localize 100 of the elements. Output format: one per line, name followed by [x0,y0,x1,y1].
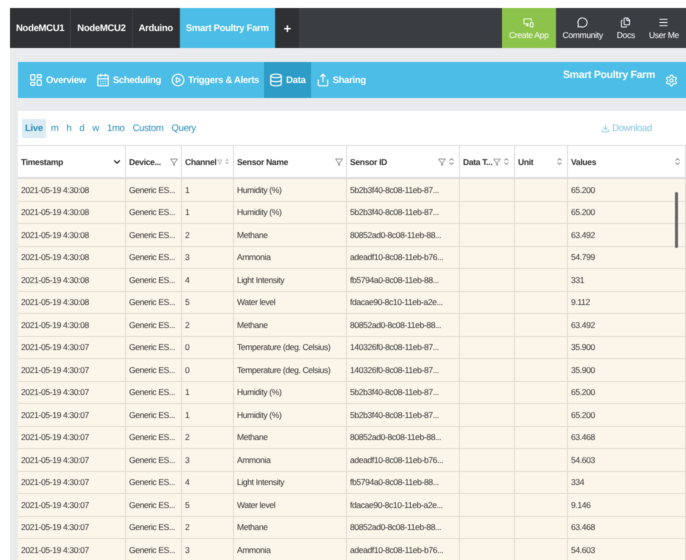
channel-cell: 2 [182,314,234,336]
sensor-name-cell: Light Intensity [234,472,347,494]
data-type-cell [460,269,515,292]
sensor-name-cell: Ammonia [234,246,347,269]
data-type-cell [460,224,515,246]
value-cell: 54.603 [568,449,686,472]
unit-cell [515,179,568,202]
data-type-cell [460,449,515,472]
sort-icon[interactable] [447,157,456,166]
device-tab[interactable]: Smart Poultry Farm [180,8,275,48]
add-tab-button[interactable]: + [276,8,299,48]
sort-icon[interactable] [673,157,682,166]
chat-icon [577,16,588,28]
nav-tab[interactable]: Scheduling [90,62,166,98]
nav-tab[interactable]: Overview [24,62,91,98]
documents-icon [620,16,632,28]
data-type-cell [460,336,515,359]
channel-cell: 1 [182,382,234,404]
channel-cell: 1 [182,404,234,426]
device-cell: Generic ES... [126,539,182,560]
unit-cell [515,516,568,539]
timestamp-cell: 2021-05-19 4:30:07 [18,516,126,539]
sensor-name-cell: Water level [234,292,347,314]
sensor-name-cell: Ammonia [234,539,347,560]
time-range-tab[interactable]: Custom [130,118,166,138]
download-icon [601,124,610,132]
dashboard-icon [29,73,43,87]
timestamp-cell: 2021-05-19 4:30:08 [18,202,126,224]
sensor-id-cell: 80852ad0-8c08-11eb-88... [347,516,460,539]
value-cell: 65.200 [568,382,686,404]
top-action-button[interactable]: Docs [610,8,642,48]
data-type-cell [460,426,515,449]
sensor-name-cell: Methane [234,224,347,246]
time-range-tab[interactable]: Live [22,118,46,138]
sensor-id-cell: 80852ad0-8c08-11eb-88... [347,224,460,246]
top-action-button[interactable]: Community [556,8,610,48]
filter-icon[interactable] [170,158,178,166]
data-type-cell [460,314,515,336]
data-type-cell [460,292,515,314]
time-range-tab[interactable]: m [48,118,62,138]
value-cell: 63.468 [568,516,686,539]
sensor-name-cell: Temperature (deg. Celsius) [234,359,347,382]
sensor-id-cell: fdacae90-8c10-11eb-a2e... [347,494,460,516]
sort-icon[interactable] [555,157,564,166]
scrollbar[interactable] [675,192,678,248]
device-cell: Generic ES... [126,179,182,202]
device-tab[interactable]: NodeMCU2 [71,8,132,48]
value-cell: 65.200 [568,202,686,224]
timestamp-cell: 2021-05-19 4:30:08 [18,314,126,336]
unit-cell [515,314,568,336]
device-cell: Generic ES... [126,382,182,404]
time-range-tab[interactable]: d [76,118,88,138]
channel-cell: 5 [182,494,234,516]
download-link[interactable]: Download [601,122,652,134]
sensor-name-cell: Humidity (%) [234,382,347,404]
time-range-tab[interactable]: 1mo [104,118,128,138]
device-tab[interactable]: NodeMCU1 [10,8,70,48]
nav-tab[interactable]: Sharing [310,62,371,98]
unit-cell [515,449,568,472]
filter-icon[interactable] [493,158,502,166]
data-type-cell [460,246,515,269]
top-action-button[interactable]: Create App [502,8,556,48]
filter-icon[interactable] [335,158,343,166]
value-cell: 54.799 [568,246,686,269]
channel-cell: 5 [182,292,234,314]
sensor-id-cell: 5b2b3f40-8c08-11eb-87... [347,382,460,404]
value-cell: 9.146 [568,494,686,516]
timestamp-cell: 2021-05-19 4:30:08 [18,179,126,202]
unit-cell [515,539,568,560]
nav-tab[interactable]: Triggers & Alerts [166,62,264,98]
sensor-name-cell: Ammonia [234,449,347,472]
time-range-tab[interactable]: h [63,118,74,138]
sort-icon[interactable] [502,157,511,166]
time-range-tab[interactable]: Query [168,118,199,138]
data-type-cell [460,494,515,516]
sensor-id-cell: adeadf10-8c08-11eb-b76... [347,246,460,269]
time-range-tab[interactable]: w [89,118,102,138]
data-type-cell [460,202,515,224]
sensor-name-cell: Methane [234,516,347,539]
sensor-id-cell: fdacae90-8c10-11eb-a2e... [347,292,460,314]
device-cell: Generic ES... [126,314,182,336]
filter-icon[interactable] [438,158,446,166]
device-cell: Generic ES... [126,224,182,246]
value-cell: 331 [568,269,686,292]
sensor-id-cell: 5b2b3f40-8c08-11eb-87... [347,179,460,202]
sensor-name-cell: Humidity (%) [234,202,347,224]
sensor-id-cell: fb5794a0-8c08-11eb-88... [347,269,460,292]
database-icon [269,73,284,87]
sensor-id-cell: 5b2b3f40-8c08-11eb-87... [347,404,460,426]
menu-button[interactable]: User Me [642,8,686,48]
nav-tab[interactable]: Data [264,62,311,98]
device-tab[interactable]: Arduino [132,8,179,48]
sort-icon[interactable] [224,157,230,166]
device-cell: Generic ES... [126,202,182,224]
channel-cell: 4 [182,472,234,494]
unit-cell [515,404,568,426]
data-type-cell [460,472,515,494]
timestamp-cell: 2021-05-19 4:30:07 [18,426,126,449]
value-cell: 35.900 [568,336,686,359]
filter-icon[interactable] [217,158,223,166]
